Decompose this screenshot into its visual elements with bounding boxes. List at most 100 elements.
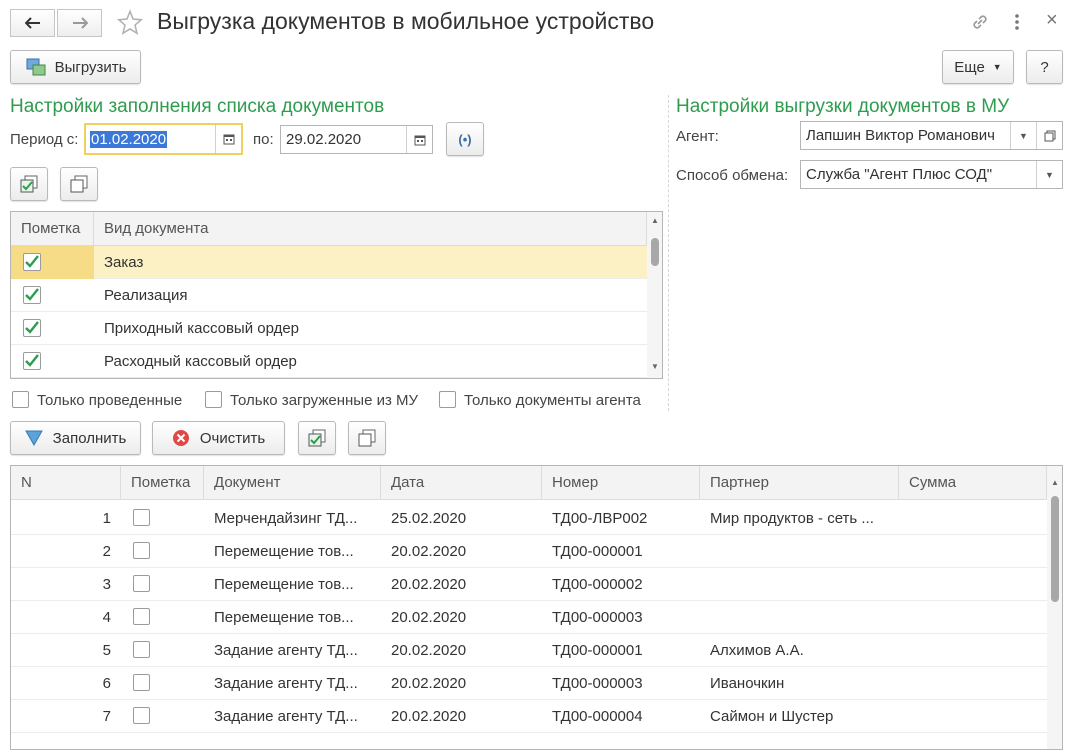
row-date: 20.02.2020 [391,609,467,626]
chevron-down-icon[interactable]: ▼ [1036,161,1062,188]
row-number: 7 [102,708,111,725]
doc-type-name: Расходный кассовый ордер [104,353,297,370]
agent-label: Агент: [676,128,719,145]
uncheck-all-button[interactable] [60,167,98,201]
chevron-down-icon: ▼ [992,62,1002,72]
row-document: Перемещение тов... [214,609,354,626]
table-row[interactable]: 5 Задание агенту ТД... 20.02.2020 ТД00-0… [11,634,1047,667]
row-date: 20.02.2020 [391,642,467,659]
row-number-doc: ТД00-000003 [552,675,643,692]
calendar-icon[interactable] [215,125,241,153]
close-button[interactable]: × [1046,9,1058,32]
docs-header-mark[interactable]: Пометка [121,466,204,500]
table-row[interactable]: Заказ [11,246,647,279]
clear-button[interactable]: Очистить [152,421,285,455]
row-date: 20.02.2020 [391,576,467,593]
calendar-icon[interactable] [406,126,432,153]
table-row[interactable]: Приходный кассовый ордер [11,312,647,345]
row-checkbox[interactable] [133,707,150,724]
row-checkbox[interactable] [23,319,41,337]
only-agent-checkbox[interactable] [439,391,456,408]
doc-types-header-mark[interactable]: Пометка [11,212,94,246]
doc-types-header-type[interactable]: Вид документа [94,212,647,246]
link-icon[interactable] [970,12,992,34]
row-checkbox[interactable] [133,674,150,691]
row-checkbox[interactable] [23,286,41,304]
fill-button[interactable]: Заполнить [10,421,141,455]
documents-scrollbar[interactable]: ▲ [1047,466,1062,749]
docs-header-date[interactable]: Дата [381,466,542,500]
doc-type-name: Заказ [104,254,144,271]
period-from-field[interactable]: 01.02.2020 [84,123,243,155]
period-select-button[interactable]: (•) [446,122,484,156]
forward-button[interactable] [57,9,102,37]
star-icon[interactable] [116,9,144,37]
scroll-up-icon[interactable]: ▲ [651,216,659,225]
checkmark-icon [25,288,39,301]
clear-icon [172,430,189,446]
exchange-field[interactable]: Служба "Агент Плюс СОД" ▼ [800,160,1063,189]
chevron-down-icon[interactable]: ▼ [1010,122,1036,149]
scroll-down-icon[interactable]: ▼ [651,362,659,371]
row-date: 25.02.2020 [391,510,467,527]
upload-button[interactable]: Выгрузить [10,50,141,84]
fill-label: Заполнить [52,429,127,447]
row-checkbox[interactable] [133,608,150,625]
table-row[interactable]: 4 Перемещение тов... 20.02.2020 ТД00-000… [11,601,1047,634]
row-checkbox[interactable] [23,352,41,370]
window-title: Выгрузка документов в мобильное устройст… [157,8,655,34]
row-document: Перемещение тов... [214,543,354,560]
agent-value: Лапшин Виктор Романович [806,127,995,144]
table-row[interactable]: 3 Перемещение тов... 20.02.2020 ТД00-000… [11,568,1047,601]
back-button[interactable] [10,9,55,37]
table-row[interactable]: 6 Задание агенту ТД... 20.02.2020 ТД00-0… [11,667,1047,700]
exchange-value: Служба "Агент Плюс СОД" [806,166,993,183]
uncheck-all-docs-button[interactable] [348,421,386,455]
row-number: 2 [102,543,111,560]
upload-icon [26,58,46,76]
row-checkbox[interactable] [23,253,41,271]
table-row[interactable]: 7 Задание агенту ТД... 20.02.2020 ТД00-0… [11,700,1047,733]
row-number: 3 [102,576,111,593]
table-row[interactable]: 1 Мерчендайзинг ТД... 25.02.2020 ТД00-ЛВ… [11,502,1047,535]
uncheck-all-icon [70,175,88,193]
only-posted-label: Только проведенные [37,392,183,409]
only-posted-checkbox[interactable] [12,391,29,408]
row-checkbox[interactable] [133,575,150,592]
row-partner: Иваночкин [710,675,785,692]
row-checkbox[interactable] [133,542,150,559]
scrollbar-thumb[interactable] [1051,496,1059,602]
docs-header-sum[interactable]: Сумма [899,466,1047,500]
period-to-label: по: [253,131,274,148]
help-button[interactable]: ? [1026,50,1063,84]
vertical-dots-icon[interactable] [1010,12,1024,34]
table-row[interactable]: 2 Перемещение тов... 20.02.2020 ТД00-000… [11,535,1047,568]
docs-header-n[interactable]: N [11,466,121,500]
doc-types-scrollbar[interactable]: ▲ ▼ [647,212,662,378]
arrow-left-icon [24,17,40,29]
table-row[interactable]: Расходный кассовый ордер [11,345,647,378]
more-button[interactable]: Еще ▼ [942,50,1014,84]
arrow-right-icon [72,17,88,29]
clear-label: Очистить [199,429,266,447]
row-checkbox[interactable] [133,509,150,526]
right-settings-title: Настройки выгрузки документов в МУ [676,96,1010,117]
row-document: Мерчендайзинг ТД... [214,510,358,527]
funnel-icon [24,430,43,446]
agent-field[interactable]: Лапшин Виктор Романович ▼ [800,121,1063,150]
scroll-up-icon[interactable]: ▲ [1051,478,1059,487]
only-loaded-checkbox[interactable] [205,391,222,408]
check-all-button[interactable] [10,167,48,201]
scrollbar-thumb[interactable] [651,238,659,266]
doc-types-table: Пометка Вид документа Заказ Реализация П… [10,211,663,379]
row-checkbox[interactable] [133,641,150,658]
docs-header-number[interactable]: Номер [542,466,700,500]
docs-header-partner[interactable]: Партнер [700,466,899,500]
docs-header-document[interactable]: Документ [204,466,381,500]
row-partner [710,535,895,568]
period-to-field[interactable]: 29.02.2020 [280,125,433,154]
check-all-docs-button[interactable] [298,421,336,455]
open-icon[interactable] [1036,122,1062,149]
table-row[interactable]: Реализация [11,279,647,312]
row-number: 1 [102,510,111,527]
